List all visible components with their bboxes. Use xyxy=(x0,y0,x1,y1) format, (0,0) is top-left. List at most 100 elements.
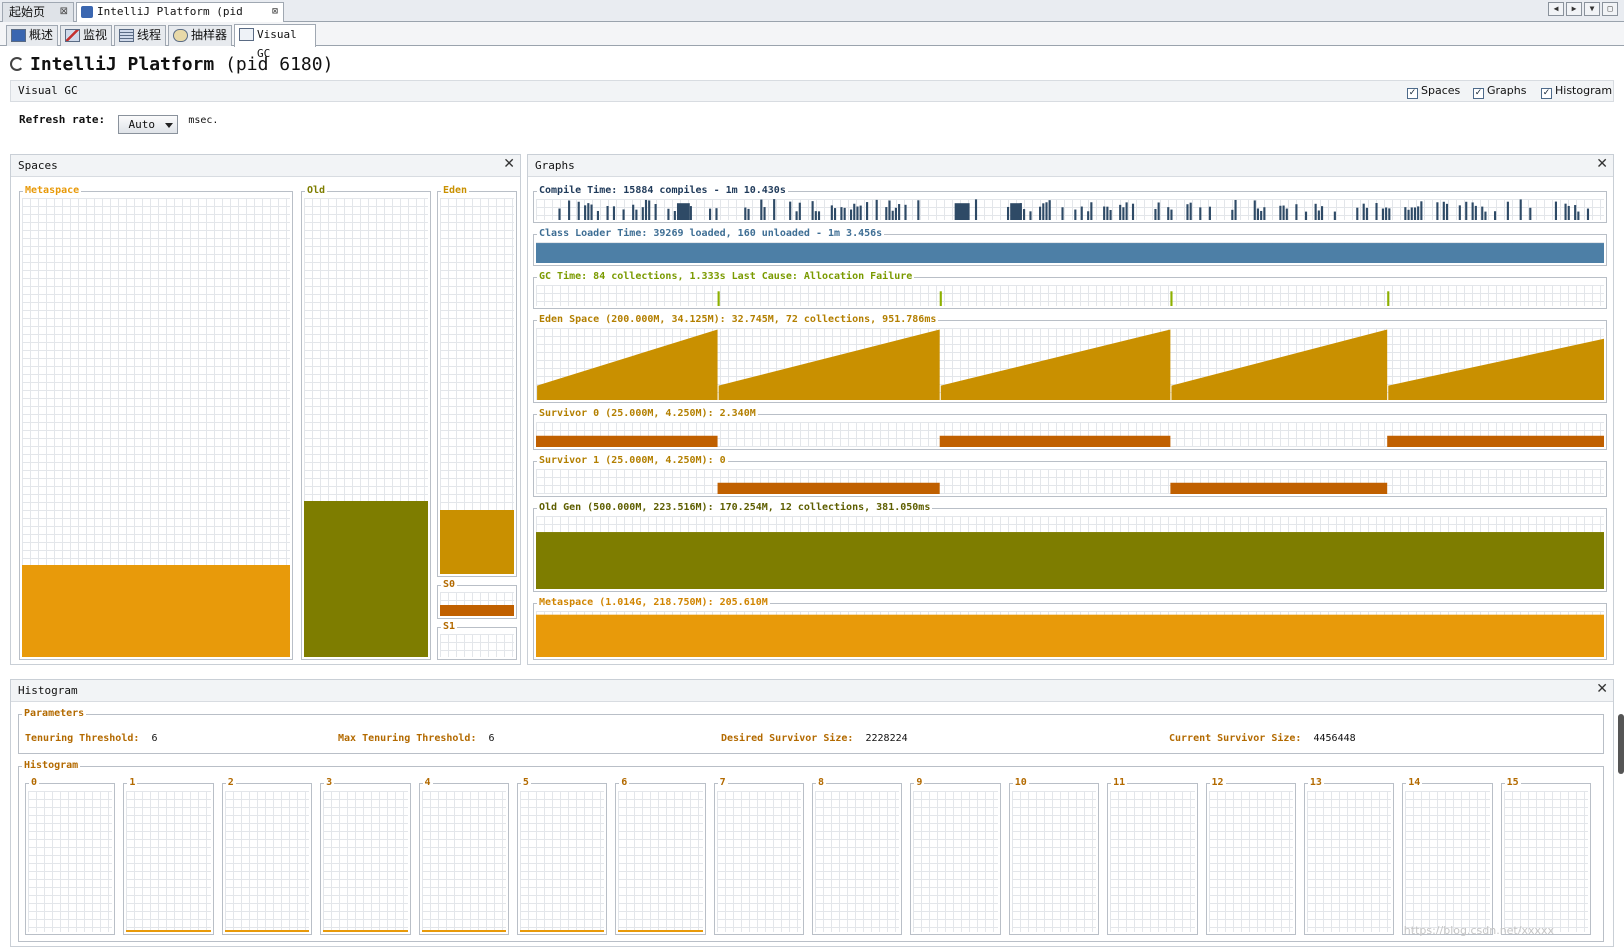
compile-spike xyxy=(1006,206,1010,220)
compile-spike xyxy=(1420,201,1423,220)
doc-tab-intellij[interactable]: IntelliJ Platform (pid 6180) ⊠ xyxy=(76,2,284,36)
histogram-bin-label: 11 xyxy=(1111,777,1128,789)
compile-spike xyxy=(1170,209,1173,220)
compile-spike xyxy=(1474,205,1477,220)
compile-spike xyxy=(1090,202,1093,220)
histogram-bin: 13 xyxy=(1303,777,1395,935)
graph-label: GC Time: 84 collections, 1.333s Last Cau… xyxy=(537,271,915,283)
compile-spike xyxy=(1413,207,1417,220)
eden-space-chart xyxy=(537,329,1604,400)
histogram-checkbox[interactable]: ✓ Histogram xyxy=(1541,84,1612,99)
compile-spike xyxy=(632,204,635,220)
visual-gc-icon xyxy=(239,28,254,41)
histogram-bin-grid xyxy=(519,791,605,932)
overview-icon xyxy=(11,29,26,42)
compile-spike xyxy=(641,207,644,220)
visual-gc-label: Visual GC xyxy=(18,84,78,97)
histogram-bin: 15 xyxy=(1500,777,1591,935)
compile-spike xyxy=(1260,210,1263,220)
compile-spike xyxy=(709,208,712,220)
s0-grid xyxy=(440,592,514,616)
refresh-rate-select[interactable]: Auto xyxy=(117,115,178,134)
refresh-rate-row: Refresh rate: Auto msec. xyxy=(19,113,218,134)
scroll-right-icon[interactable]: ▶ xyxy=(1566,2,1582,16)
compile-spike xyxy=(1320,206,1324,220)
compile-spike xyxy=(760,199,763,220)
page-title: IntelliJ Platform (pid 6180) xyxy=(10,54,333,75)
compile-spike xyxy=(843,207,846,220)
close-icon[interactable]: ✕ xyxy=(503,156,515,172)
java-app-icon xyxy=(81,6,93,18)
desired-survivor-size: Desired Survivor Size: 2228224 xyxy=(721,733,908,744)
close-icon[interactable]: ✕ xyxy=(1596,681,1608,697)
compile-spike xyxy=(817,211,821,220)
histogram-bin-grid xyxy=(421,791,506,932)
compile-spike xyxy=(590,204,593,220)
tab-sampler[interactable]: 抽样器 xyxy=(168,25,232,46)
histogram-bin-label: 9 xyxy=(914,777,925,789)
survivor0-segment xyxy=(939,435,1171,447)
compile-spike xyxy=(773,199,776,220)
compile-spike xyxy=(1087,211,1090,220)
histogram-bin: 7 xyxy=(713,777,804,935)
compile-spike xyxy=(606,206,609,220)
survivor0-graph: Survivor 0 (25.000M, 4.250M): 2.340M xyxy=(533,408,1607,450)
tab-monitor[interactable]: 监视 xyxy=(60,25,112,46)
compile-spike xyxy=(1106,206,1109,220)
compile-spike xyxy=(1199,207,1202,220)
compile-spike xyxy=(798,202,801,220)
histogram-panel: Histogram ✕ Parameters Tenuring Threshol… xyxy=(10,679,1614,947)
compile-spike xyxy=(840,207,843,220)
compile-spike xyxy=(1253,200,1256,220)
watermark: https://blog.csdn.net/xxxxx xyxy=(1403,924,1554,937)
compile-spike xyxy=(833,208,837,220)
scrollbar-thumb[interactable] xyxy=(1618,714,1624,774)
metaspace-space: Metaspace xyxy=(19,185,293,660)
compile-spike xyxy=(853,203,856,220)
graph-label: Eden Space (200.000M, 34.125M): 32.745M,… xyxy=(537,314,939,326)
compile-spike xyxy=(1381,208,1384,220)
close-icon[interactable]: ⊠ xyxy=(60,3,68,21)
spaces-checkbox[interactable]: ✓ Spaces xyxy=(1407,84,1460,99)
compile-spike xyxy=(744,207,747,220)
tab-visual-gc[interactable]: Visual GC xyxy=(234,24,316,60)
compile-spike xyxy=(1362,203,1365,220)
loading-spinner-icon xyxy=(10,57,24,71)
compile-spike xyxy=(885,207,888,220)
compile-spike xyxy=(1356,207,1359,220)
tab-threads[interactable]: 线程 xyxy=(114,25,166,46)
compile-time-graph: Compile Time: 15884 compiles - 1m 10.430… xyxy=(533,185,1607,223)
compile-spike xyxy=(676,203,690,220)
doc-tab-start-page[interactable]: 起始页 ⊠ xyxy=(2,2,74,22)
close-icon[interactable]: ⊠ xyxy=(272,3,278,21)
compile-spike xyxy=(1436,202,1439,220)
histogram-bin-label: 13 xyxy=(1307,777,1324,789)
class-loader-bar xyxy=(536,243,1604,263)
compile-spike xyxy=(1417,206,1420,220)
graph-label: Metaspace (1.014G, 218.750M): 205.610M xyxy=(537,597,770,609)
graphs-title: Graphs xyxy=(535,159,575,172)
histogram-bin: 9 xyxy=(910,777,1001,935)
histogram-bin-fill xyxy=(126,930,211,932)
tab-list-icon[interactable]: ▼ xyxy=(1584,2,1600,16)
compile-spike xyxy=(1333,211,1336,220)
monitor-icon xyxy=(65,29,80,42)
tab-label: 监视 xyxy=(83,28,108,42)
doc-tab-label: 起始页 xyxy=(9,5,46,19)
compile-spike xyxy=(1506,201,1509,220)
eden-sawtooth xyxy=(537,329,718,400)
spaces-title: Spaces xyxy=(18,159,58,172)
eden-fill xyxy=(440,510,514,574)
maximize-icon[interactable]: □ xyxy=(1602,2,1618,16)
compile-spike xyxy=(1465,201,1468,220)
scroll-left-icon[interactable]: ◀ xyxy=(1548,2,1564,16)
compile-spike xyxy=(814,211,817,220)
refresh-rate-unit: msec. xyxy=(188,115,219,126)
graphs-checkbox[interactable]: ✓ Graphs xyxy=(1473,84,1526,99)
graph-plot xyxy=(536,242,1604,263)
tab-overview[interactable]: 概述 xyxy=(6,25,58,46)
gc-spike xyxy=(717,291,720,306)
close-icon[interactable]: ✕ xyxy=(1596,156,1608,172)
compile-spike xyxy=(1493,211,1497,220)
survivor1-graph: Survivor 1 (25.000M, 4.250M): 0 xyxy=(533,455,1607,497)
